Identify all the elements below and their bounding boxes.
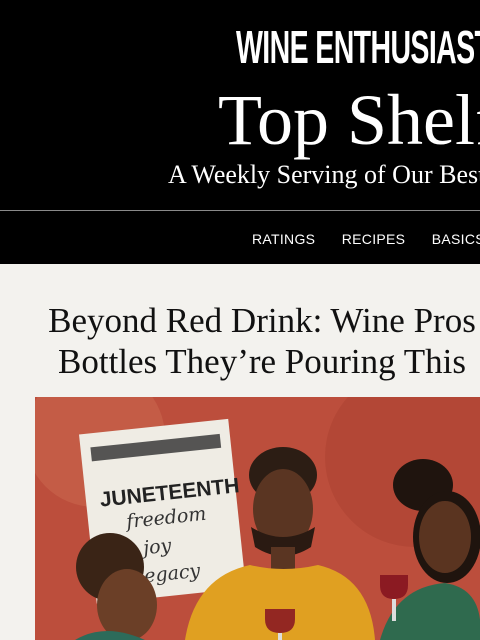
nav-item-basics[interactable]: BASICS (432, 231, 480, 247)
nav-item-recipes[interactable]: RECIPES (342, 231, 406, 247)
headline-line-2: Bottles They’re Pouring This (58, 342, 466, 381)
header-divider (0, 210, 480, 211)
juneteenth-illustration: JUNETEENTH freedom joy legacy (35, 397, 480, 640)
main-nav: RATINGS RECIPES BASICS (252, 231, 480, 249)
article-headline[interactable]: Beyond Red Drink: Wine Pros Bottles They… (0, 300, 480, 382)
newsletter-subtitle: A Weekly Serving of Our Best (168, 160, 480, 189)
site-header: WINE ENTHUSIAST Top Shelf A Weekly Servi… (0, 0, 480, 264)
hero-illustration[interactable]: JUNETEENTH freedom joy legacy (35, 397, 480, 640)
newsletter-title: Top Shelf (218, 80, 480, 160)
nav-item-ratings[interactable]: RATINGS (252, 231, 315, 247)
wine-enthusiast-logo[interactable]: WINE ENTHUSIAST (236, 22, 480, 72)
sign-word-joy: joy (138, 535, 172, 560)
headline-line-1: Beyond Red Drink: Wine Pros (48, 301, 476, 340)
